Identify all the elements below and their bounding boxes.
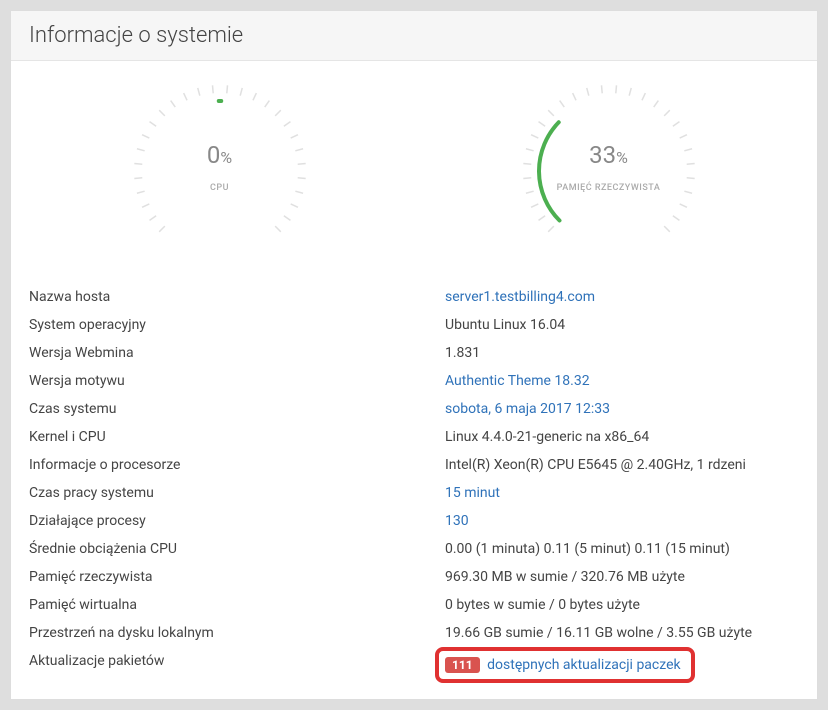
info-table: Nazwa hostaserver1.testbilling4.comSyste… [25, 283, 803, 647]
row-value: Intel(R) Xeon(R) CPU E5645 @ 2.40GHz, 1 … [445, 457, 803, 473]
memory-gauge-value: 33% [509, 141, 709, 169]
row-value: 19.66 GB sumie / 16.11 GB wolne / 3.55 G… [445, 625, 803, 641]
row-label: Informacje o procesorze [25, 457, 445, 473]
row-value: server1.testbilling4.com [445, 289, 803, 305]
row-value: 15 minut [445, 485, 803, 501]
row-label: Kernel i CPU [25, 429, 445, 445]
cpu-gauge-label: CPU [120, 183, 320, 193]
row-label: Średnie obciążenia CPU [25, 541, 445, 557]
row-value: 111 dostępnych aktualizacji paczek [445, 653, 803, 683]
row-value-link[interactable]: sobota, 6 maja 2017 12:33 [445, 401, 610, 417]
package-updates-row: Aktualizacje pakietów 111 dostępnych akt… [25, 647, 803, 689]
info-row: Informacje o procesorzeIntel(R) Xeon(R) … [25, 451, 803, 479]
row-value: sobota, 6 maja 2017 12:33 [445, 401, 803, 417]
info-row: Działające procesy130 [25, 507, 803, 535]
row-label: Czas pracy systemu [25, 485, 445, 501]
info-row: Nazwa hostaserver1.testbilling4.com [25, 283, 803, 311]
panel-title: Informacje o systemie [11, 11, 817, 61]
row-value: Ubuntu Linux 16.04 [445, 317, 803, 333]
info-row: Kernel i CPULinux 4.4.0-21-generic na x8… [25, 423, 803, 451]
row-value-link[interactable]: Authentic Theme 18.32 [445, 373, 590, 389]
row-label: System operacyjny [25, 317, 445, 333]
row-label: Wersja Webmina [25, 345, 445, 361]
row-label: Działające procesy [25, 513, 445, 529]
row-value: Linux 4.4.0-21-generic na x86_64 [445, 429, 803, 445]
info-row: Czas systemusobota, 6 maja 2017 12:33 [25, 395, 803, 423]
info-row: Wersja Webmina1.831 [25, 339, 803, 367]
info-row: Czas pracy systemu15 minut [25, 479, 803, 507]
row-value: 969.30 MB w sumie / 320.76 MB użyte [445, 569, 803, 585]
cpu-gauge-value: 0% [120, 141, 320, 169]
info-row: Pamięć wirtualna0 bytes w sumie / 0 byte… [25, 591, 803, 619]
info-row: System operacyjnyUbuntu Linux 16.04 [25, 311, 803, 339]
gauges-row: 0% CPU 33% PAMIĘĆ RZECZYWISTA [25, 81, 803, 265]
info-row: Przestrzeń na dysku lokalnym19.66 GB sum… [25, 619, 803, 647]
cpu-gauge: 0% CPU [120, 81, 320, 265]
row-value-link[interactable]: 15 minut [445, 485, 500, 501]
cpu-gauge-svg [120, 81, 320, 261]
row-value: 0.00 (1 minuta) 0.11 (5 minut) 0.11 (15 … [445, 541, 803, 557]
row-label: Pamięć rzeczywista [25, 569, 445, 585]
row-value-link[interactable]: server1.testbilling4.com [445, 289, 595, 305]
row-value: 130 [445, 513, 803, 529]
info-row: Pamięć rzeczywista969.30 MB w sumie / 32… [25, 563, 803, 591]
row-value: 0 bytes w sumie / 0 bytes użyte [445, 597, 803, 613]
row-label: Pamięć wirtualna [25, 597, 445, 613]
info-row: Wersja motywuAuthentic Theme 18.32 [25, 367, 803, 395]
updates-link[interactable]: dostępnych aktualizacji paczek [487, 657, 680, 673]
row-label: Aktualizacje pakietów [25, 653, 445, 683]
row-value-link[interactable]: 130 [445, 513, 469, 529]
system-info-panel: Informacje o systemie 0% CPU 33% PAMIĘĆ … [10, 10, 818, 700]
panel-body: 0% CPU 33% PAMIĘĆ RZECZYWISTA Nazwa host… [11, 61, 817, 699]
row-label: Przestrzeń na dysku lokalnym [25, 625, 445, 641]
memory-gauge: 33% PAMIĘĆ RZECZYWISTA [509, 81, 709, 265]
updates-highlight: 111 dostępnych aktualizacji paczek [435, 647, 695, 683]
row-label: Wersja motywu [25, 373, 445, 389]
row-label: Czas systemu [25, 401, 445, 417]
row-label: Nazwa hosta [25, 289, 445, 305]
memory-gauge-svg [509, 81, 709, 261]
row-value: Authentic Theme 18.32 [445, 373, 803, 389]
row-value: 1.831 [445, 345, 803, 361]
memory-gauge-label: PAMIĘĆ RZECZYWISTA [509, 183, 709, 193]
updates-count-badge: 111 [445, 657, 480, 673]
info-row: Średnie obciążenia CPU0.00 (1 minuta) 0.… [25, 535, 803, 563]
